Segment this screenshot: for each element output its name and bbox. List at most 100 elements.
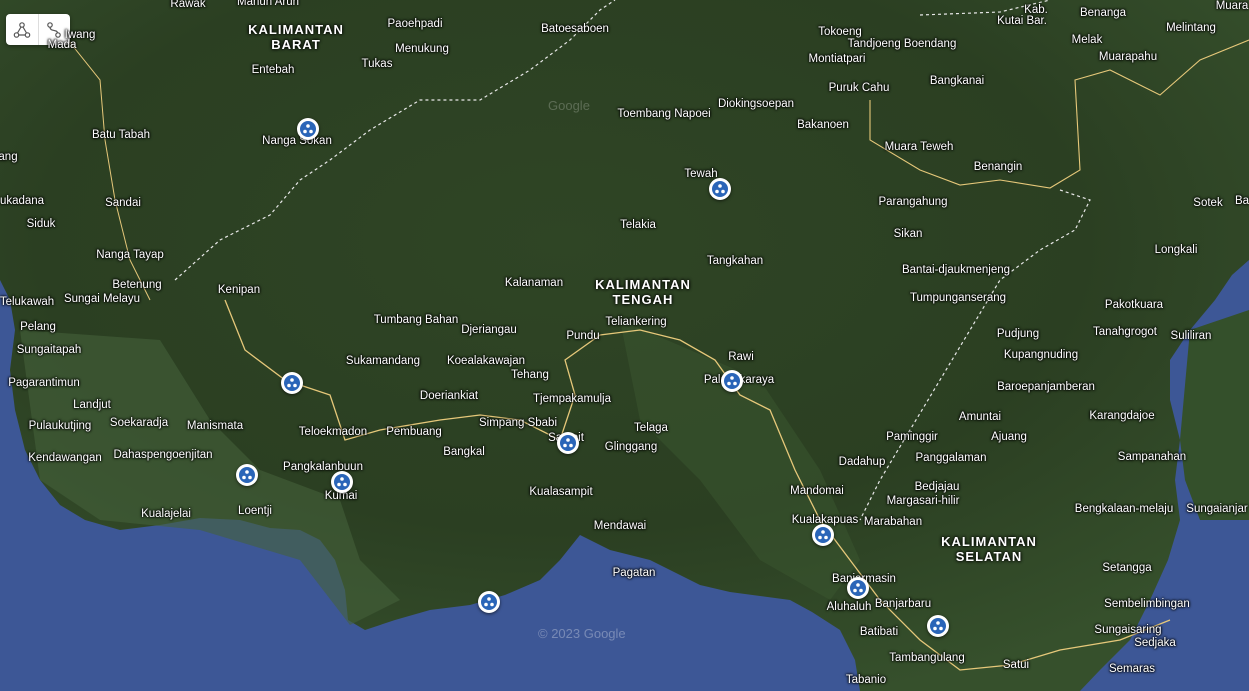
place-label: Tandjoeng Boendang — [847, 38, 957, 50]
place-label: Soekaradja — [109, 417, 169, 429]
place-label: Entebah — [251, 64, 295, 76]
cluster-icon — [337, 477, 347, 487]
place-label: Djeriangau — [461, 324, 517, 336]
place-label: Bangkal — [443, 446, 485, 458]
place-label: Satui — [1002, 659, 1030, 671]
place-label: Panggalaman — [915, 452, 987, 464]
place-label: Melintang — [1166, 22, 1216, 34]
place-label: Sikan — [893, 228, 923, 240]
place-label: Dahaspengoenjitan — [113, 449, 213, 461]
place-label: Bangkanai — [929, 75, 985, 87]
place-label: Puruk Cahu — [828, 82, 890, 94]
place-label: Tangkahan — [706, 255, 764, 267]
place-label: Batibati — [859, 626, 899, 638]
place-label: Longkali — [1154, 244, 1198, 256]
place-label: Diokingsoepan — [717, 98, 795, 110]
marker-tewah[interactable] — [709, 178, 731, 200]
place-label: Melak — [1071, 34, 1103, 46]
attribution-top: Google — [548, 98, 590, 113]
place-label: Semaras — [1108, 663, 1156, 675]
marker-kumai[interactable] — [331, 471, 353, 493]
place-label: Teloekmadon — [298, 426, 368, 438]
place-label: Pagarantimun — [8, 377, 80, 389]
place-label: Sotek — [1193, 197, 1223, 209]
region-label: KALIMANTAN TENGAH — [595, 277, 691, 307]
place-label: Mendawai — [593, 520, 647, 532]
region-label: KALIMANTAN SELATAN — [941, 534, 1037, 564]
place-label: Kutai Bar. — [997, 15, 1047, 27]
place-label: Ba — [1234, 195, 1249, 207]
place-label: Manismata — [186, 420, 244, 432]
place-label: Sandai — [105, 197, 141, 209]
place-label: Sampanahan — [1117, 451, 1187, 463]
place-label: Telakia — [620, 219, 656, 231]
marker-nanga-sokan[interactable] — [297, 118, 319, 140]
place-label: Kendawangan — [28, 452, 102, 464]
cluster-icon — [715, 184, 725, 194]
place-label: Tjempakamulja — [533, 393, 611, 405]
place-label: Pakotkuara — [1104, 299, 1164, 311]
place-label: Pundu — [566, 330, 600, 342]
place-label: Suliliran — [1170, 330, 1212, 342]
place-label: Kenipan — [217, 284, 261, 296]
place-label: Margasari-hilir — [886, 495, 960, 507]
place-label: Sukamandang — [345, 355, 421, 367]
place-label: Pelang — [20, 321, 56, 333]
marker-pagatan-coast[interactable] — [478, 591, 500, 613]
place-label: Batu Tabah — [92, 129, 150, 141]
place-label: Parangahung — [878, 196, 948, 208]
place-label: Bakanoen — [797, 119, 849, 131]
place-label: Pangkalanbuun — [283, 461, 363, 473]
place-label: Bengkalaan-melaju — [1074, 503, 1174, 515]
place-label: Tambangulang — [889, 652, 965, 664]
place-label: Sungai Melayu — [63, 293, 141, 305]
marker-kualakapuas[interactable] — [812, 524, 834, 546]
marker-banjarmasin[interactable] — [847, 577, 869, 599]
place-label: Nanga Sokan — [262, 135, 332, 147]
marker-banjarbaru[interactable] — [927, 615, 949, 637]
place-label: Dadahup — [838, 456, 886, 468]
place-label: Menukung — [395, 43, 449, 55]
attribution: © 2023 Google — [538, 626, 626, 641]
marker-manismata[interactable] — [236, 464, 258, 486]
place-label: Pembuang — [386, 426, 442, 438]
place-label: Benangin — [973, 161, 1023, 173]
place-label: ang — [0, 151, 18, 163]
place-label: Tukas — [361, 58, 393, 70]
place-label: Pudjung — [996, 328, 1040, 340]
place-label: Telaga — [634, 422, 668, 434]
place-label: Simpang Sbabi — [479, 417, 557, 429]
place-label: Pulaukutjing — [28, 420, 92, 432]
place-label: Pagatan — [612, 567, 656, 579]
place-label: Setangga — [1102, 562, 1152, 574]
place-label: Montiatpari — [808, 53, 866, 65]
place-label: Paminggir — [886, 431, 938, 443]
place-label: Amuntai — [958, 411, 1002, 423]
connect-nodes-button[interactable] — [6, 14, 38, 45]
satellite-map[interactable]: Google © 2023 Google — [0, 0, 1249, 691]
place-label: Banjarbaru — [874, 598, 932, 610]
place-label: Tehang — [511, 369, 549, 381]
place-label: Loentji — [238, 505, 272, 517]
place-label: Iwang — [64, 29, 96, 41]
place-label: Muarapahu — [1098, 51, 1158, 63]
place-label: Sungaianjar — [1186, 503, 1248, 515]
marker-palangkaraya[interactable] — [721, 370, 743, 392]
place-label: Benanga — [1079, 7, 1127, 19]
marker-sampit[interactable] — [557, 432, 579, 454]
place-label: Betenung — [112, 279, 162, 291]
region-label: KALIMANTAN BARAT — [248, 22, 344, 52]
place-label: Tabanio — [845, 674, 887, 686]
place-label: Tumbang Bahan — [373, 314, 459, 326]
place-label: Koealakawajan — [446, 355, 526, 367]
cluster-icon — [242, 470, 252, 480]
cluster-icon — [303, 124, 313, 134]
place-label: Kualajelai — [141, 508, 191, 520]
marker-kenipan[interactable] — [281, 372, 303, 394]
place-label: Manuh Aruh — [236, 0, 300, 8]
place-label: Kualasampit — [529, 486, 593, 498]
place-label: Sembelimbingan — [1104, 598, 1190, 610]
cluster-icon — [287, 378, 297, 388]
place-label: Doeriankiat — [419, 390, 479, 402]
place-label: Sedjaka — [1134, 637, 1176, 649]
